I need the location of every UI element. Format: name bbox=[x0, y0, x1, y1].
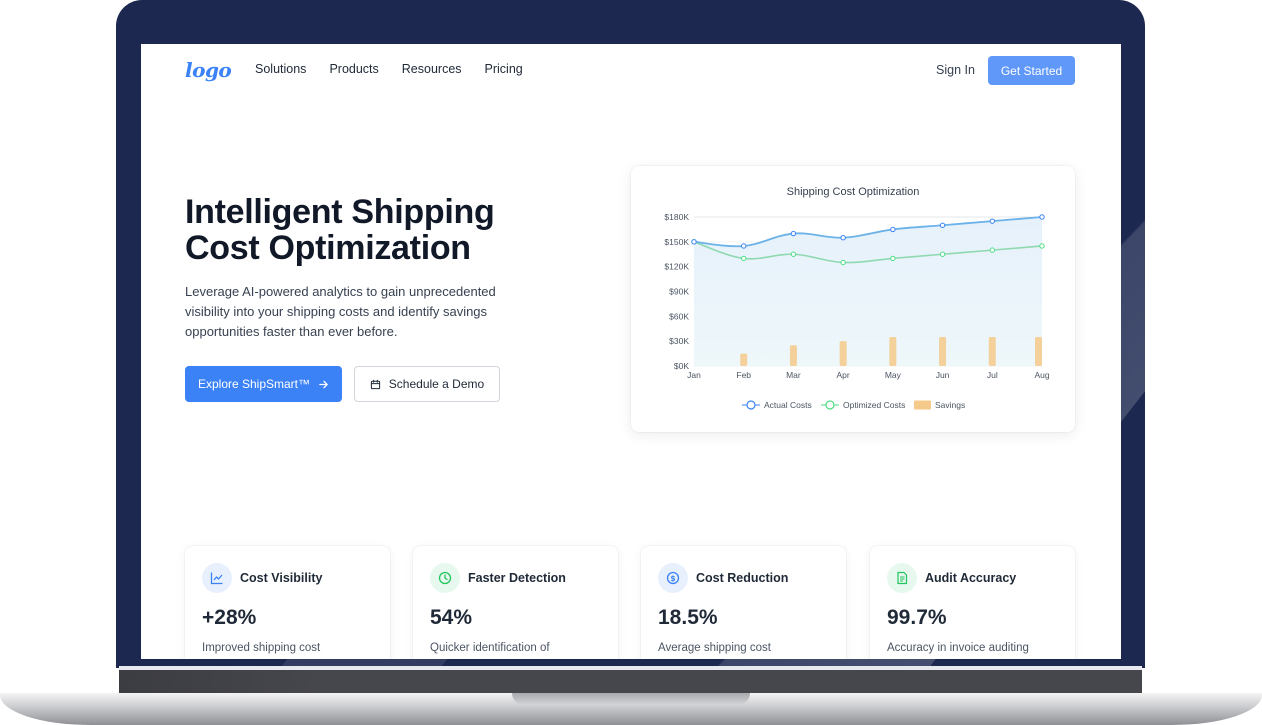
actual-costs-point bbox=[840, 234, 846, 241]
actual-costs-point bbox=[989, 218, 995, 224]
stat-description: Improved shipping cost bbox=[202, 642, 321, 654]
nav-link-solutions[interactable]: Solutions bbox=[255, 62, 306, 76]
optimized-costs-point bbox=[890, 255, 896, 262]
document-icon bbox=[887, 563, 917, 593]
actual-costs-point bbox=[741, 243, 747, 249]
nav-link-pricing[interactable]: Pricing bbox=[485, 62, 523, 76]
savings-bar bbox=[889, 337, 897, 366]
dollar-icon: $ bbox=[658, 563, 688, 593]
shipping-cost-chart: Shipping Cost Optimization$0K$30K$60K$90… bbox=[664, 186, 1049, 410]
calendar-icon bbox=[370, 379, 381, 390]
line-chart-icon bbox=[202, 563, 232, 593]
schedule-demo-button[interactable]: Schedule a Demo bbox=[354, 366, 500, 402]
legend-optimized-label: Optimized Costs bbox=[843, 400, 905, 410]
actual-costs-point bbox=[939, 222, 946, 228]
schedule-demo-label: Schedule a Demo bbox=[388, 377, 485, 391]
get-started-button[interactable]: Get Started bbox=[988, 56, 1075, 85]
stat-value: +28% bbox=[202, 606, 257, 629]
x-tick-label: Jan bbox=[687, 370, 701, 380]
y-tick-label: $30K bbox=[669, 336, 689, 346]
nav-links: Solutions Products Resources Pricing bbox=[255, 62, 546, 76]
legend-actual-label: Actual Costs bbox=[764, 400, 812, 410]
stat-card-faster-detection: Faster Detection 54% Quicker identificat… bbox=[413, 546, 618, 659]
stat-title: Cost Reduction bbox=[696, 571, 789, 585]
laptop-frame: logo Solutions Products Resources Pricin… bbox=[0, 0, 1262, 725]
stat-description: Average shipping cost bbox=[658, 642, 771, 654]
stat-title: Audit Accuracy bbox=[925, 571, 1017, 585]
y-tick-label: $120K bbox=[664, 262, 689, 272]
y-tick-label: $90K bbox=[669, 287, 689, 297]
stat-value: 18.5% bbox=[658, 606, 718, 629]
x-tick-label: Mar bbox=[786, 370, 801, 380]
clock-icon bbox=[430, 563, 460, 593]
savings-bar bbox=[740, 353, 748, 366]
stat-description: Accuracy in invoice auditing bbox=[887, 642, 1029, 654]
stat-value: 99.7% bbox=[887, 606, 947, 629]
optimized-costs-point bbox=[939, 251, 946, 257]
hero-title: Intelligent Shipping Cost Optimization bbox=[185, 194, 585, 266]
stat-title: Faster Detection bbox=[468, 571, 566, 585]
savings-bar bbox=[1035, 337, 1042, 366]
optimized-costs-point bbox=[1039, 243, 1045, 249]
explore-shipsmart-button[interactable]: Explore ShipSmart™ bbox=[185, 366, 342, 402]
nav-link-products[interactable]: Products bbox=[329, 62, 378, 76]
x-tick-label: Jul bbox=[987, 370, 998, 380]
savings-bar bbox=[939, 337, 947, 366]
actual-costs-point bbox=[1039, 214, 1045, 220]
arrow-right-icon bbox=[318, 379, 329, 390]
legend-actual-marker bbox=[746, 400, 756, 410]
optimized-costs-point bbox=[989, 247, 995, 253]
y-tick-label: $150K bbox=[664, 237, 689, 247]
actual-costs-point bbox=[890, 226, 896, 233]
sign-in-link[interactable]: Sign In bbox=[936, 63, 975, 77]
svg-text:$: $ bbox=[670, 574, 675, 583]
actual-costs-point bbox=[790, 230, 797, 237]
y-tick-label: $180K bbox=[664, 212, 689, 222]
hero-title-line2: Cost Optimization bbox=[185, 229, 471, 267]
optimized-costs-point bbox=[741, 255, 747, 262]
x-tick-label: Feb bbox=[736, 370, 751, 380]
x-tick-label: Jun bbox=[936, 370, 950, 380]
stats-row: Cost Visibility +28% Improved shipping c… bbox=[185, 546, 1075, 659]
chart-card: Shipping Cost Optimization $0K $30K $60K $90… bbox=[631, 166, 1075, 432]
x-tick-label: May bbox=[885, 370, 902, 380]
stat-title: Cost Visibility bbox=[240, 571, 323, 585]
legend-savings-swatch bbox=[914, 400, 931, 410]
hero-title-line1: Intelligent Shipping bbox=[185, 193, 495, 231]
logo[interactable]: logo bbox=[185, 58, 232, 82]
y-tick-label: $60K bbox=[669, 311, 689, 321]
legend-optimized-marker bbox=[825, 400, 835, 410]
x-tick-label: Apr bbox=[837, 370, 850, 380]
optimized-costs-point bbox=[840, 259, 846, 266]
stat-value: 54% bbox=[430, 606, 473, 629]
stat-card-cost-visibility: Cost Visibility +28% Improved shipping c… bbox=[185, 546, 390, 659]
stat-description: Quicker identification of bbox=[430, 642, 550, 654]
legend-savings-label: Savings bbox=[935, 400, 965, 410]
optimized-costs-point bbox=[790, 251, 797, 257]
savings-bar bbox=[789, 345, 797, 366]
actual-costs-point bbox=[691, 239, 697, 245]
chart-title: Shipping Cost Optimization bbox=[787, 186, 920, 198]
top-nav: logo Solutions Products Resources Pricin… bbox=[141, 44, 1121, 100]
hero-subtitle: Leverage AI-powered analytics to gain un… bbox=[185, 284, 496, 339]
savings-bar bbox=[988, 337, 996, 366]
x-tick-label: Aug bbox=[1034, 370, 1049, 380]
explore-button-label: Explore ShipSmart™ bbox=[197, 377, 311, 391]
nav-link-resources[interactable]: Resources bbox=[402, 62, 462, 76]
laptop-screen: logo Solutions Products Resources Pricin… bbox=[141, 44, 1121, 659]
stat-card-cost-reduction: $ Cost Reduction 18.5% Average shipping … bbox=[641, 546, 846, 659]
stat-card-audit-accuracy: Audit Accuracy 99.7% Accuracy in invoice… bbox=[870, 546, 1075, 659]
savings-bar bbox=[839, 341, 847, 366]
